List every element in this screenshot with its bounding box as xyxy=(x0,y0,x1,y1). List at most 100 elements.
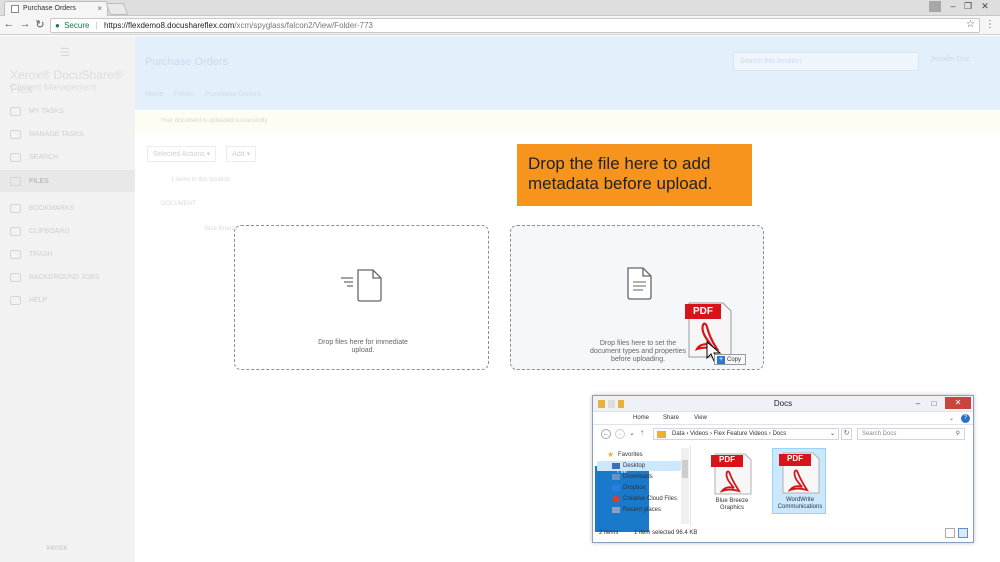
reload-icon[interactable]: ↻ xyxy=(33,18,47,31)
url-host: https://flexdemo8.docushareflex.com xyxy=(103,21,235,30)
selected-actions-button[interactable]: Selected Actions ▾ xyxy=(147,146,217,162)
sidebar-item-my-tasks[interactable]: MY TASKS xyxy=(10,104,64,118)
recent-locations-icon[interactable]: ⌄ xyxy=(629,429,635,437)
add-button[interactable]: Add ▾ xyxy=(226,146,257,162)
user-menu[interactable]: Jennifer Doe xyxy=(930,56,970,63)
ribbon-tab-home[interactable]: Home xyxy=(627,412,655,425)
ribbon-tab-view[interactable]: View xyxy=(688,412,713,425)
file-explorer-window: Docs – □ ✕ File Home Share View ⌄ ? ← → … xyxy=(592,395,974,543)
downloads-icon xyxy=(612,474,620,480)
address-bar[interactable]: ● Secure | https://flexdemo8.docusharefl… xyxy=(50,18,980,33)
up-folder-icon[interactable]: ↑ xyxy=(640,428,644,437)
explorer-path-bar[interactable]: Data › Videos › Flex Feature Videos › Do… xyxy=(653,428,839,440)
help-icon[interactable]: ? xyxy=(961,414,970,423)
explorer-refresh-icon[interactable]: ↻ xyxy=(841,428,852,440)
breadcrumb-current: Purchase Orders xyxy=(204,91,262,98)
folder-icon xyxy=(657,431,666,438)
breadcrumb-folder[interactable]: Folder xyxy=(174,91,195,98)
star-icon: ★ xyxy=(607,450,615,459)
nav-item-favorites[interactable]: ★ Favorites xyxy=(597,450,683,460)
search-icon xyxy=(10,152,21,162)
immediate-upload-line-1: Drop files here for immediate xyxy=(318,339,408,346)
upload-notice: Your document is uploaded successfully xyxy=(135,111,1000,133)
forward-icon[interactable]: → xyxy=(18,18,32,30)
explorer-back-icon[interactable]: ← xyxy=(601,429,611,439)
profile-icon[interactable] xyxy=(929,1,941,12)
bookmark-star-icon[interactable]: ☆ xyxy=(966,19,975,30)
file-item-blue-breeze[interactable]: PDF Blue Breeze Graphics xyxy=(705,450,759,516)
explorer-forward-icon[interactable]: → xyxy=(615,429,625,439)
path-videos[interactable]: Videos xyxy=(690,431,708,437)
close-window-icon[interactable]: ✕ xyxy=(978,1,992,12)
nav-item-downloads[interactable]: Downloads xyxy=(597,472,683,482)
file-item-wordwrite[interactable]: PDF WordWrite Communications xyxy=(772,448,826,514)
ribbon-expand-icon[interactable]: ⌄ xyxy=(949,415,954,422)
pdf-badge: PDF xyxy=(693,306,713,317)
nav-item-recent-places[interactable]: Recent places xyxy=(597,505,683,515)
nav-item-desktop[interactable]: Desktop xyxy=(597,461,683,471)
sidebar-item-clipboard[interactable]: CLIPBOARD xyxy=(10,224,69,238)
pdf-badge: PDF xyxy=(719,455,735,464)
url-separator: | xyxy=(95,21,98,30)
browser-tab[interactable]: Purchase Orders × xyxy=(4,1,108,16)
metadata-document-icon xyxy=(627,267,652,300)
maximize-icon[interactable]: ❐ xyxy=(961,1,975,12)
details-view-icon[interactable] xyxy=(945,528,955,538)
sidebar-item-bookmarks[interactable]: BOOKMARKS xyxy=(10,201,74,215)
dropbox-icon xyxy=(612,485,620,491)
hamburger-menu-icon[interactable]: ☰ xyxy=(60,46,70,59)
sidebar-item-search[interactable]: SEARCH xyxy=(10,150,58,164)
explorer-address-row: ← → ⌄ ↑ Data › Videos › Flex Feature Vid… xyxy=(593,426,973,441)
explorer-navigation-pane: ★ Favorites Desktop Downloads Dropbox Cre… xyxy=(597,446,691,526)
new-tab-button[interactable] xyxy=(105,3,129,15)
lock-icon: ● xyxy=(55,21,60,30)
immediate-upload-drop-zone[interactable]: Drop files here for immediate upload. xyxy=(234,225,489,370)
large-icons-view-icon[interactable] xyxy=(958,528,968,538)
sidebar-item-label: SEARCH xyxy=(29,153,59,161)
browser-tab-bar: Purchase Orders × – ❐ ✕ xyxy=(0,0,1000,16)
ribbon-tab-share[interactable]: Share xyxy=(657,412,685,425)
nav-item-label: Recent places xyxy=(623,507,662,513)
path-docs[interactable]: Docs xyxy=(773,431,787,437)
path-flex-feature-videos[interactable]: Flex Feature Videos xyxy=(714,431,768,437)
sidebar-item-label: MY TASKS xyxy=(29,107,64,115)
sidebar-item-label: CLIPBOARD xyxy=(29,227,70,235)
sidebar-item-manage-tasks[interactable]: MANAGE TASKS xyxy=(10,127,84,141)
browser-tab-title: Purchase Orders xyxy=(23,5,76,12)
sidebar-item-label: TRASH xyxy=(29,250,53,258)
sidebar-item-help[interactable]: HELP xyxy=(10,293,47,307)
nav-item-label: Downloads xyxy=(623,474,653,480)
help-icon xyxy=(10,295,21,305)
explorer-ribbon: File Home Share View ⌄ ? xyxy=(593,412,973,532)
breadcrumb-home[interactable]: Home xyxy=(145,91,164,98)
explorer-close-icon[interactable]: ✕ xyxy=(945,397,971,409)
immediate-upload-text: Drop files here for immediate upload. xyxy=(283,339,443,355)
sidebar-item-background-jobs[interactable]: BACKGROUND JOBS xyxy=(10,270,99,284)
scrollbar-thumb[interactable] xyxy=(682,460,688,478)
creative-cloud-icon xyxy=(612,496,620,502)
back-icon[interactable]: ← xyxy=(2,18,16,30)
explorer-minimize-icon[interactable]: – xyxy=(911,398,925,409)
nav-item-dropbox[interactable]: Dropbox xyxy=(597,483,683,493)
sidebar-item-files[interactable]: FILES xyxy=(10,174,49,188)
minimize-icon[interactable]: – xyxy=(946,1,960,11)
bookmark-icon xyxy=(10,203,21,213)
browser-menu-icon[interactable]: ⋮ xyxy=(985,19,995,30)
path-dropdown-icon[interactable]: ⌄ xyxy=(830,429,835,439)
tab-close-icon[interactable]: × xyxy=(97,4,102,13)
copy-tooltip: + Copy xyxy=(714,354,747,365)
location-search-input[interactable]: Search this location xyxy=(733,52,919,71)
manage-tasks-icon xyxy=(10,129,21,139)
folder-icon xyxy=(10,176,21,186)
explorer-status-bar: 2 items 1 item selected 96.4 KB xyxy=(599,530,971,536)
path-data[interactable]: Data xyxy=(672,431,685,437)
sidebar-item-label: BACKGROUND JOBS xyxy=(29,273,100,281)
navigation-scrollbar[interactable] xyxy=(681,448,689,524)
file-name: Blue Breeze Graphics xyxy=(705,498,759,512)
sidebar-item-trash[interactable]: TRASH xyxy=(10,247,53,261)
explorer-search-input[interactable]: Search Docs ⚲ xyxy=(857,428,965,440)
nav-item-creative-cloud-files[interactable]: Creative Cloud Files xyxy=(597,494,683,504)
sidebar-item-label: FILES xyxy=(29,177,49,185)
desktop-icon xyxy=(612,463,620,469)
explorer-maximize-icon[interactable]: □ xyxy=(927,398,941,409)
